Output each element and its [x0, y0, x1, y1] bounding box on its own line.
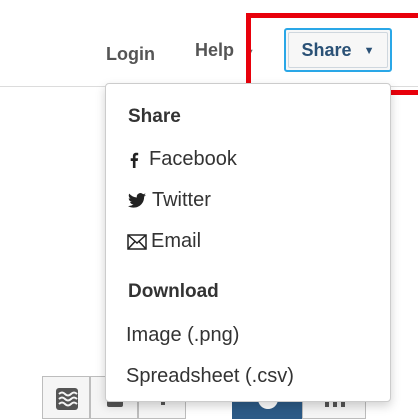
- wave-chart-icon: [56, 388, 78, 410]
- download-png-item[interactable]: Image (.png): [126, 324, 239, 347]
- download-item-label: Image (.png): [126, 324, 240, 346]
- share-section-heading: Share: [128, 106, 181, 127]
- facebook-icon: [126, 152, 142, 168]
- download-item-label: Spreadsheet (.csv): [126, 365, 294, 387]
- share-item-label: Twitter: [152, 189, 211, 211]
- login-link[interactable]: Login: [106, 44, 155, 65]
- download-section-heading: Download: [128, 281, 219, 302]
- share-item-label: Email: [151, 230, 202, 252]
- page: Login Help ▼ Share ▼ Share Facebook Twit…: [0, 0, 418, 419]
- download-csv-item[interactable]: Spreadsheet (.csv): [126, 365, 294, 388]
- email-icon: [126, 233, 148, 250]
- share-twitter-item[interactable]: Twitter: [126, 189, 211, 212]
- share-facebook-item[interactable]: Facebook: [126, 148, 237, 171]
- toolbar-wave-button[interactable]: [42, 376, 90, 419]
- help-label: Help: [195, 40, 235, 60]
- share-item-label: Facebook: [149, 148, 237, 170]
- share-email-item[interactable]: Email: [126, 230, 201, 253]
- chevron-down-icon: ▼: [363, 45, 375, 57]
- share-button[interactable]: Share ▼: [284, 28, 392, 72]
- share-dropdown-menu: Share Facebook Twitter Email Download Im…: [105, 83, 391, 402]
- twitter-icon: [126, 193, 148, 208]
